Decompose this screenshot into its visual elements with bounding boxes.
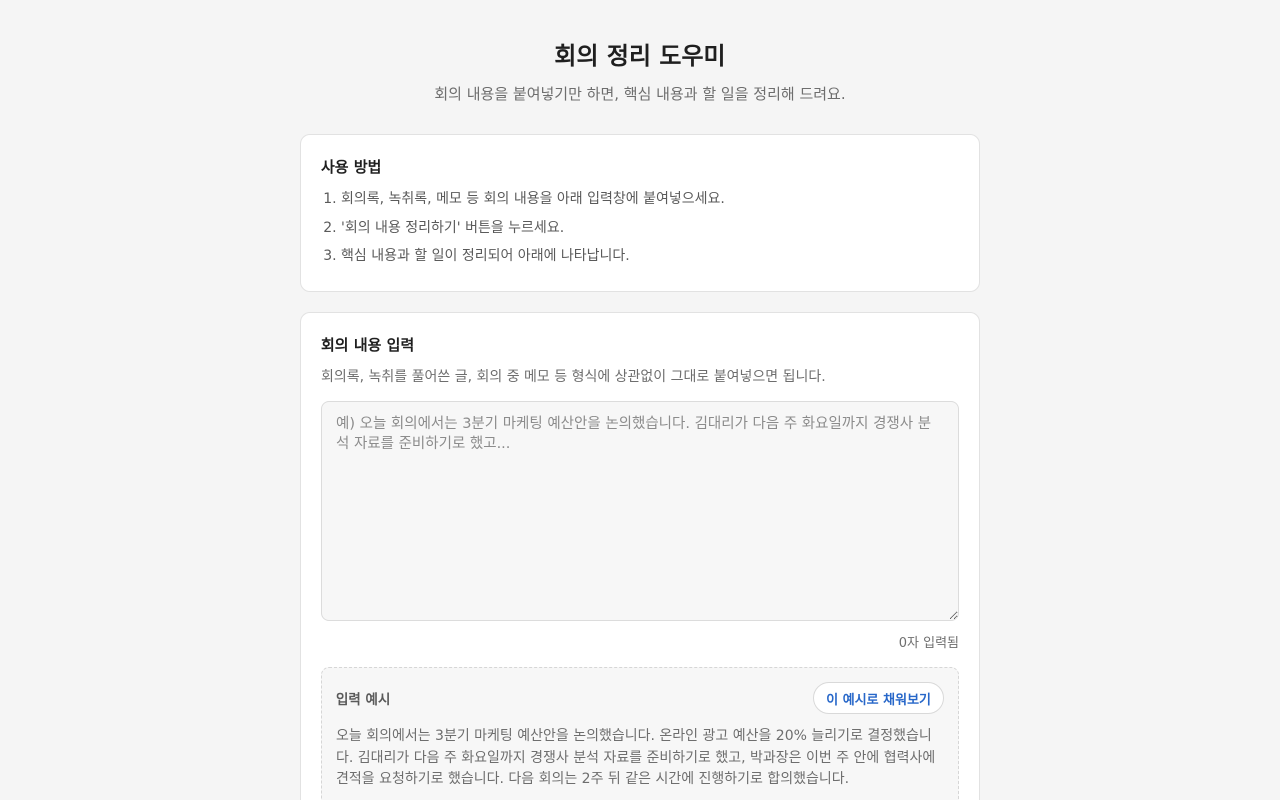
howto-step: 핵심 내용과 할 일이 정리되어 아래에 나타납니다. [341,246,959,266]
page-title: 회의 정리 도우미 [554,42,726,70]
howto-step: '회의 내용 정리하기' 버튼을 누르세요. [341,218,959,238]
page-container: 회의 정리 도우미 회의 내용을 붙여넣기만 하면, 핵심 내용과 할 일을 정… [300,0,980,800]
howto-title: 사용 방법 [321,158,382,176]
example-header: 입력 예시 이 예시로 채워보기 [336,682,944,714]
page-subtitle: 회의 내용을 붙여넣기만 하면, 핵심 내용과 할 일을 정리해 드려요. [434,85,846,103]
input-card: 회의 내용 입력 회의록, 녹취를 풀어쓴 글, 회의 중 메모 등 형식에 상… [300,312,980,800]
example-text: 오늘 회의에서는 3분기 마케팅 예산안을 논의했습니다. 온라인 광고 예산을… [336,728,936,787]
howto-steps: 회의록, 녹취록, 메모 등 회의 내용을 아래 입력창에 붙여넣으세요. '회… [321,189,959,266]
input-description: 회의록, 녹취를 풀어쓴 글, 회의 중 메모 등 형식에 상관없이 그대로 붙… [321,369,826,385]
example-box: 입력 예시 이 예시로 채워보기 오늘 회의에서는 3분기 마케팅 예산안을 논… [321,667,959,800]
example-label: 입력 예시 [336,692,391,708]
fill-example-button[interactable]: 이 예시로 채워보기 [813,682,944,714]
char-count: 0자 입력됨 [898,636,959,651]
meeting-content-textarea[interactable] [321,401,959,621]
howto-step: 회의록, 녹취록, 메모 등 회의 내용을 아래 입력창에 붙여넣으세요. [341,189,959,209]
input-title: 회의 내용 입력 [321,336,415,354]
howto-card: 사용 방법 회의록, 녹취록, 메모 등 회의 내용을 아래 입력창에 붙여넣으… [300,134,980,292]
